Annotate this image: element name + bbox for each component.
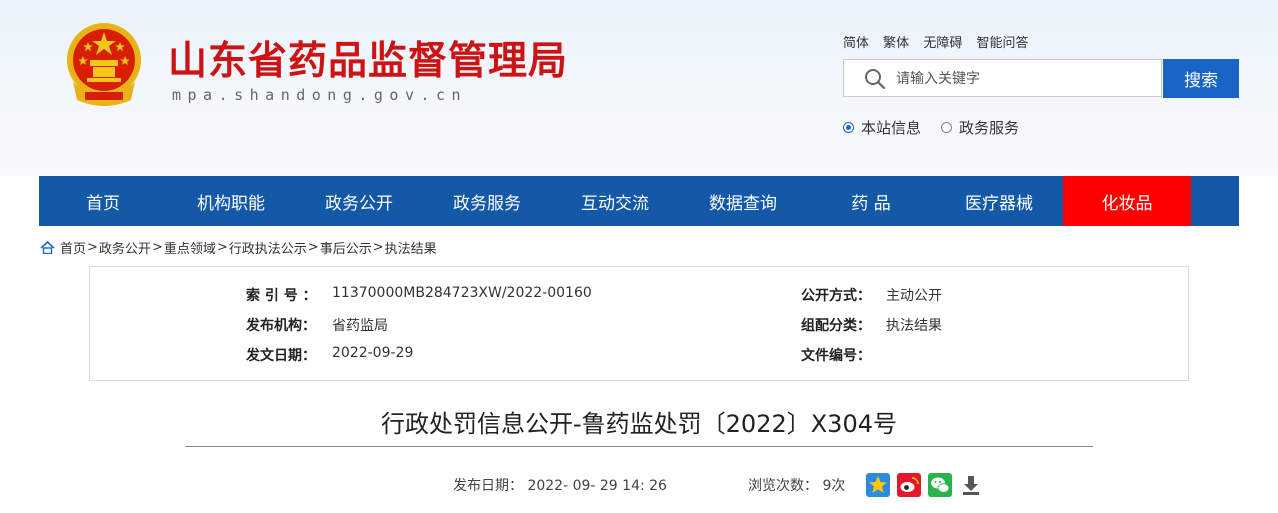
breadcrumb-post-disclosure[interactable]: 事后公示	[320, 238, 372, 257]
doc-number-label: 文件编号：	[801, 348, 871, 364]
publisher-label: 发布机构：	[246, 318, 316, 334]
nav-data-query[interactable]: 数据查询	[679, 176, 807, 226]
wechat-icon[interactable]	[928, 473, 952, 497]
link-smart-qa[interactable]: 智能问答	[976, 36, 1028, 51]
download-icon[interactable]	[959, 473, 983, 497]
scope-gov-service[interactable]: 政务服务	[941, 117, 1019, 138]
views-label: 浏览次数：	[748, 478, 818, 494]
radio-unselected-icon[interactable]	[941, 122, 953, 133]
nav-gov-affairs[interactable]: 政务公开	[295, 176, 423, 226]
nav-cosmetics[interactable]: 化妆品	[1063, 176, 1191, 226]
national-emblem-icon	[67, 23, 141, 106]
index-value: 11370000MB284723XW/2022-00160	[332, 285, 592, 301]
category-label: 组配分类：	[801, 318, 871, 334]
publish-value: 2022- 09- 29 14: 26	[527, 478, 667, 494]
search-button[interactable]: 搜索	[1163, 59, 1239, 98]
radio-selected-icon[interactable]	[843, 122, 854, 133]
publisher-value: 省药监局	[332, 318, 388, 334]
publish-label: 发布日期：	[453, 478, 523, 494]
date-value: 2022-09-29	[332, 345, 414, 361]
view-count: 浏览次数： 9次	[748, 475, 845, 495]
link-accessibility[interactable]: 无障碍	[923, 36, 962, 51]
category-value: 执法结果	[886, 318, 942, 334]
site-title[interactable]: 山东省药品监督管理局	[168, 30, 568, 86]
link-simplified[interactable]: 简体	[843, 36, 869, 51]
qzone-icon[interactable]	[866, 473, 890, 497]
index-label: 索 引 号 ：	[246, 288, 317, 304]
date-label: 发文日期：	[246, 348, 316, 364]
search-icon	[865, 69, 886, 90]
share-bar	[866, 473, 983, 497]
nav-interaction[interactable]: 互动交流	[551, 176, 679, 226]
title-divider	[185, 446, 1093, 447]
breadcrumb: 首页 > 政务公开 > 重点领域 > 行政执法公示 > 事后公示 > 执法结果	[40, 238, 437, 257]
breadcrumb-enforcement[interactable]: 行政执法公示	[229, 238, 307, 257]
scope-label: 政务服务	[959, 119, 1020, 137]
search-input[interactable]	[894, 66, 1158, 92]
site-url: mpa.shandong.gov.cn	[172, 86, 468, 104]
search-scope: 本站信息 政务服务	[843, 117, 1019, 138]
top-links: 简体 繁体 无障碍 智能问答	[843, 32, 1038, 51]
breadcrumb-home[interactable]: 首页	[60, 238, 86, 257]
scope-site-info[interactable]: 本站信息	[843, 117, 921, 138]
document-metadata: 索 引 号 ： 11370000MB284723XW/2022-00160 发布…	[89, 266, 1189, 381]
views-value: 9次	[822, 478, 846, 494]
breadcrumb-key-areas[interactable]: 重点领域	[164, 238, 216, 257]
nav-medical-devices[interactable]: 医疗器械	[935, 176, 1063, 226]
scope-label: 本站信息	[861, 119, 922, 137]
main-nav: 首页 机构职能 政务公开 政务服务 互动交流 数据查询 药 品 医疗器械 化妆品	[39, 176, 1239, 226]
search-box	[843, 59, 1162, 97]
nav-drugs[interactable]: 药 品	[807, 176, 935, 226]
breadcrumb-gov-affairs[interactable]: 政务公开	[99, 238, 151, 257]
open-method-value: 主动公开	[886, 288, 942, 304]
home-icon	[40, 241, 55, 254]
weibo-icon[interactable]	[897, 473, 921, 497]
link-traditional[interactable]: 繁体	[883, 36, 909, 51]
nav-gov-services[interactable]: 政务服务	[423, 176, 551, 226]
publish-info: 发布日期： 2022- 09- 29 14: 26	[453, 475, 667, 495]
open-method-label: 公开方式：	[801, 288, 871, 304]
nav-home[interactable]: 首页	[39, 176, 167, 226]
article-title: 行政处罚信息公开-鲁药监处罚〔2022〕X304号	[381, 410, 897, 438]
breadcrumb-results[interactable]: 执法结果	[385, 238, 437, 257]
nav-functions[interactable]: 机构职能	[167, 176, 295, 226]
